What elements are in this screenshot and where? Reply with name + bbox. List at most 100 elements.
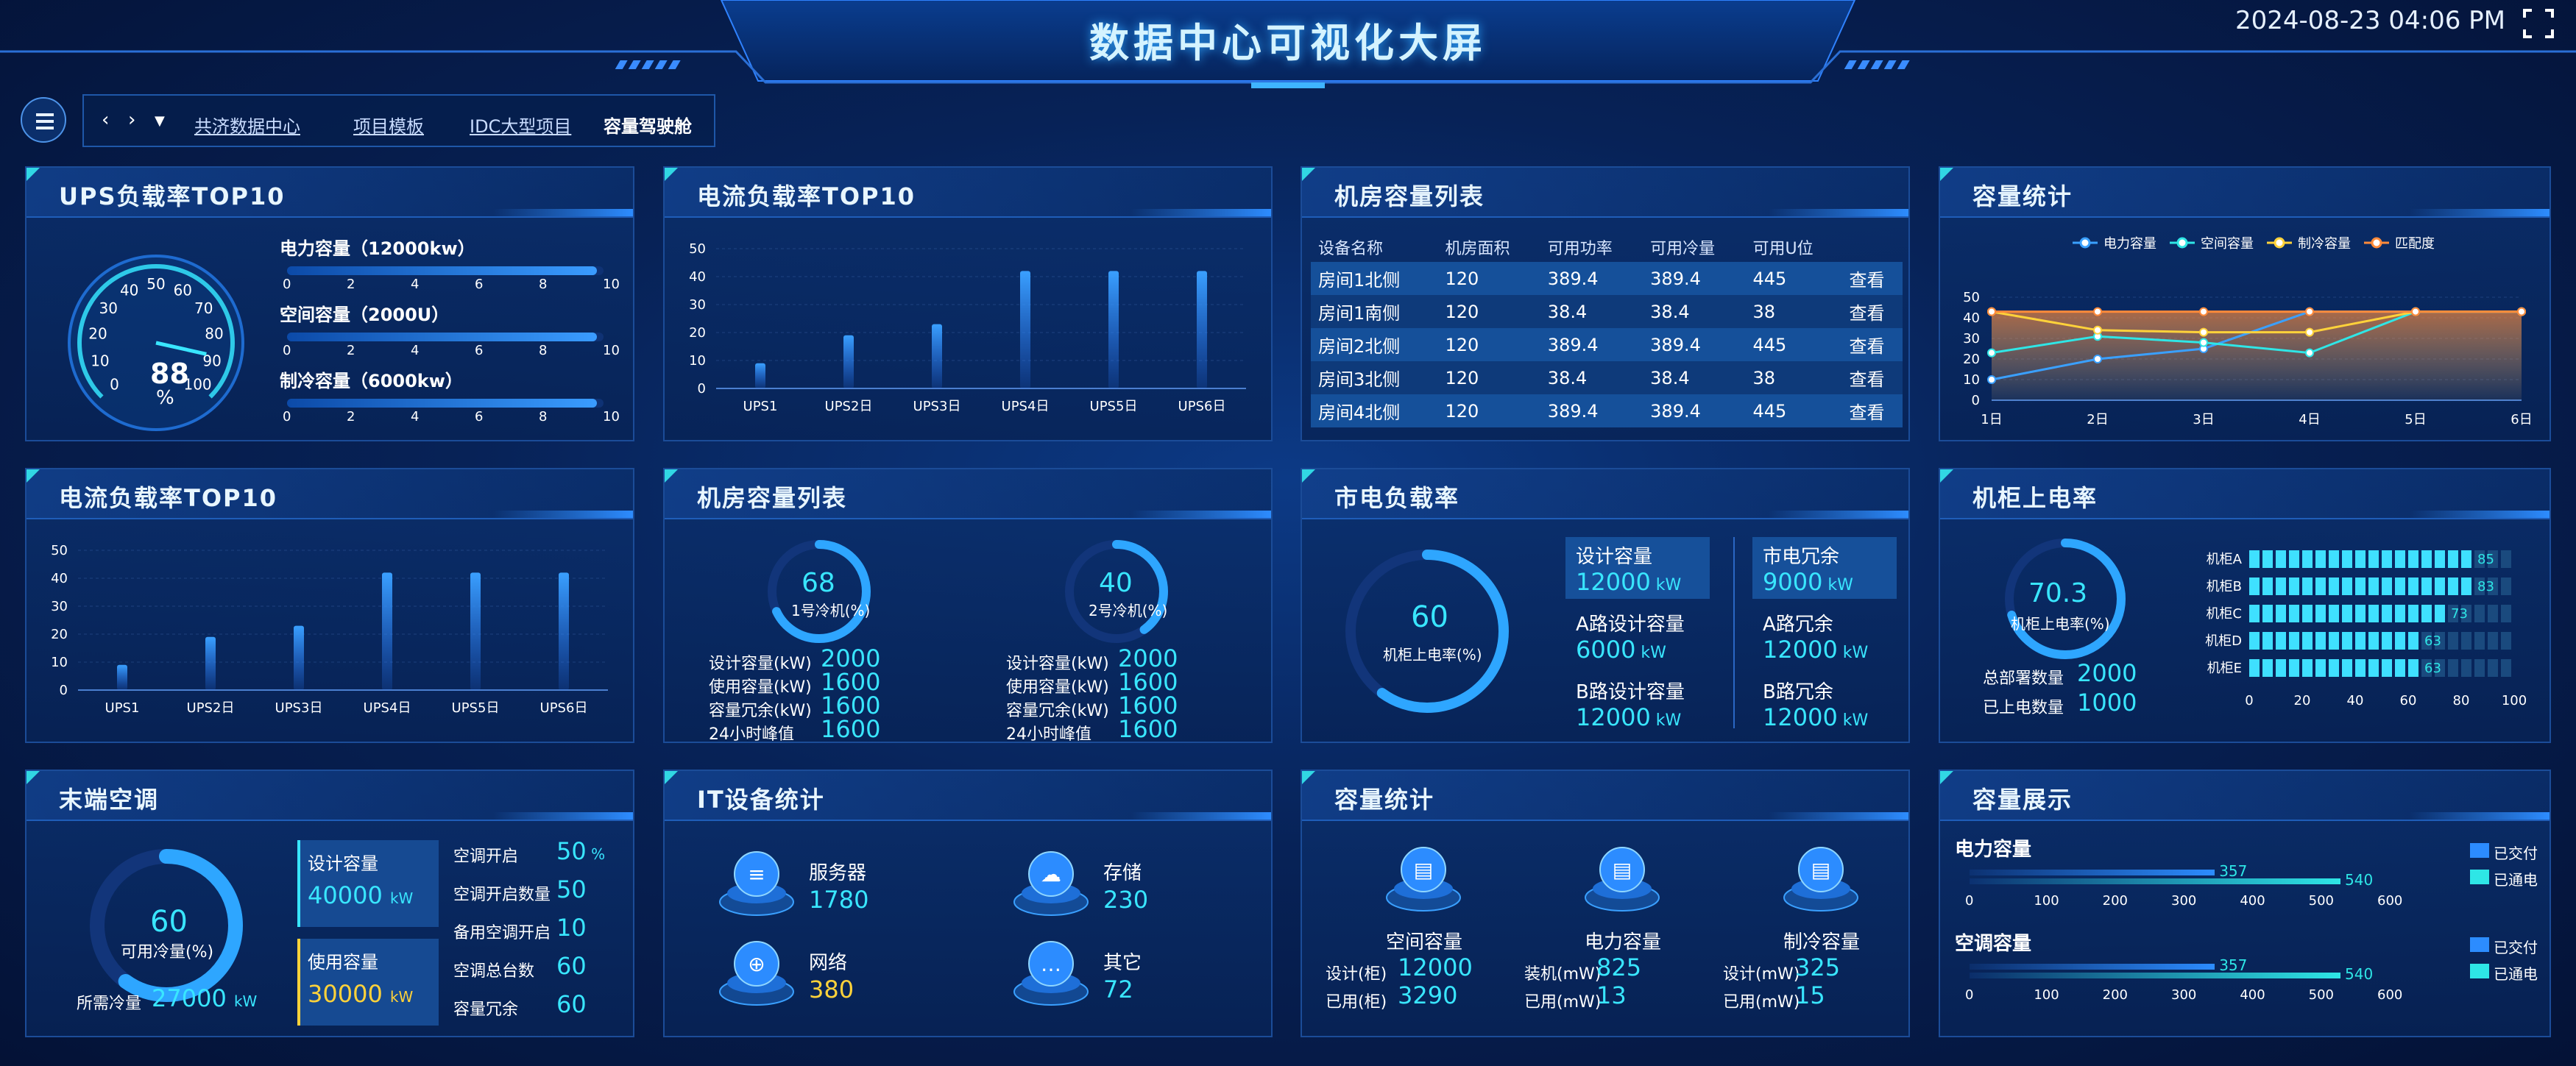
- column-header: 设备名称: [1318, 240, 1384, 258]
- cell: 120: [1445, 400, 1479, 422]
- bar-tick-label: 10: [603, 277, 620, 292]
- view-link[interactable]: 查看: [1841, 394, 1903, 427]
- capacity-display: 电力容量 357 540 0 100 200 300 400 500 600 已交付 已通电 空调容量 3…: [1940, 821, 2552, 1034]
- it-item-name: 服务器: [809, 862, 867, 884]
- bar-cell-on: [2382, 578, 2392, 595]
- ring-value: 68: [802, 568, 835, 598]
- ring-label: 机柜上电率(%): [2011, 615, 2110, 633]
- bar-tick-label: 0: [283, 277, 291, 292]
- x-tick-label: 2日: [2087, 412, 2108, 427]
- bar-tick-label: 10: [603, 409, 620, 424]
- bar-cell-on: [2302, 578, 2313, 595]
- data-label: 83: [2477, 579, 2494, 594]
- breadcrumb-item[interactable]: 共济数据中心: [194, 112, 300, 138]
- data-point: [2093, 325, 2102, 335]
- view-link[interactable]: 查看: [1841, 295, 1903, 328]
- view-link[interactable]: 查看: [1841, 262, 1903, 295]
- chiller-stat-label: 24小时峰值: [1006, 725, 1091, 744]
- it-item-name: 存储: [1103, 862, 1142, 884]
- ring-label: 机柜上电率(%): [1383, 646, 1482, 664]
- bar: [843, 335, 854, 388]
- legend-swatch: [2470, 964, 2489, 978]
- chevron-down-icon[interactable]: ▼: [155, 113, 165, 129]
- x-tick-label: UPS1: [105, 700, 140, 716]
- svg-text:≡: ≡: [748, 862, 765, 886]
- x-tick-label: 100: [2502, 693, 2527, 708]
- y-tick-label: 50: [1963, 290, 1980, 305]
- bar-cell-on: [2382, 632, 2392, 650]
- powered-bar: [1970, 973, 2340, 978]
- capacity-name: 空间容量: [1385, 931, 1462, 953]
- bar-cell-on: [2368, 578, 2379, 595]
- bar-cell-on: [2382, 550, 2392, 568]
- it-item-grid: ≡ 服务器 1780 ☁ 存储 230 ⊕ 网络 380 … 其它 72: [665, 821, 1274, 1034]
- view-link[interactable]: 查看: [1841, 361, 1903, 394]
- cooling-capacity-icon: ▤: [1783, 847, 1858, 912]
- datetime: 2024-08-23 04:06 PM: [2234, 6, 2505, 35]
- capacity-bar-fill: [287, 399, 598, 408]
- chiller-stat-value: 1600: [1118, 715, 1178, 743]
- svg-text:☁: ☁: [1041, 862, 1061, 886]
- back-icon[interactable]: ‹: [102, 109, 109, 131]
- chiller-stat-label: 设计容量(kW): [1006, 655, 1109, 673]
- ring-value: 40: [1099, 568, 1133, 598]
- gauge-tick-label: 0: [110, 376, 119, 394]
- data-label: 540: [2345, 965, 2374, 983]
- bar: [932, 324, 942, 388]
- bar-cell-on: [2395, 605, 2405, 622]
- capacity-bar-track: [287, 399, 604, 408]
- fullscreen-icon[interactable]: [2523, 9, 2554, 38]
- breadcrumb-item[interactable]: IDC大型项目: [470, 112, 571, 138]
- x-tick-label: UPS5日: [452, 700, 500, 716]
- chiller-stat-value: 1600: [821, 715, 881, 743]
- y-tick-label: 0: [1972, 393, 1980, 408]
- it-item-name: 网络: [809, 952, 848, 974]
- breadcrumb-item[interactable]: 项目模板: [353, 112, 424, 138]
- data-point: [2199, 307, 2208, 316]
- menu-button[interactable]: [21, 97, 66, 143]
- capacity-row-label: 设计(柜): [1326, 965, 1387, 984]
- ups-load-panel: UPS负载率TOP10 0 10 20 30 40 50 60 70 80 90 100 88 % …: [25, 166, 634, 441]
- bar-cell-on: [2302, 605, 2313, 622]
- legend-label: 制冷容量: [2298, 236, 2351, 252]
- bar-cell-on: [2289, 659, 2299, 677]
- x-tick-label: 0: [1965, 893, 1974, 909]
- x-tick-label: UPS1: [743, 399, 778, 414]
- panel-title: 市电负载率: [1334, 484, 1460, 512]
- capacity-bar-fill: [287, 333, 598, 341]
- stat-value: 12000 kW: [1763, 703, 1869, 731]
- capacity-display-panel: 容量展示 电力容量 357 540 0 100 200 300 400 500 600 已交付 已通电…: [1939, 770, 2551, 1037]
- y-tick-label: 50: [689, 241, 706, 257]
- svg-text:…: …: [1041, 952, 1061, 976]
- y-tick-label: 40: [689, 269, 706, 285]
- stat-value: 12000 kW: [1763, 636, 1869, 664]
- forward-icon[interactable]: ›: [128, 109, 135, 131]
- cell: 房间3北侧: [1318, 369, 1401, 390]
- y-tick-label: 0: [698, 381, 706, 397]
- ac-stat-value: 50: [556, 875, 587, 903]
- bar-cell-on: [2262, 578, 2273, 595]
- stat-label: B路冗余: [1763, 681, 1833, 703]
- x-tick-label: UPS3日: [913, 399, 961, 414]
- view-link[interactable]: 查看: [1841, 328, 1903, 361]
- capacity-row-label: 已用(mW): [1524, 993, 1602, 1012]
- stat-label: 市电冗余: [1763, 546, 1840, 568]
- bar-cell-on: [2276, 578, 2286, 595]
- bar-cell-on: [2408, 578, 2418, 595]
- capacity-row-value: 15: [1795, 981, 1825, 1009]
- panel-title: 电流负载率TOP10: [59, 484, 278, 512]
- cell: 389.4: [1650, 334, 1701, 355]
- bar-cell-on: [2276, 550, 2286, 568]
- cell: 房间4北侧: [1318, 402, 1401, 423]
- ac-stat-list: 空调开启 50 % 空调开启数量 50 备用空调开启 10 空调总台数 60 容量冗余 60: [453, 837, 630, 1036]
- legend-label: 已通电: [2494, 871, 2538, 889]
- bar-cell-on: [2289, 632, 2299, 650]
- cell: 120: [1445, 334, 1479, 355]
- legend-label: 空间容量: [2201, 236, 2254, 252]
- bar-tick-label: 2: [347, 409, 355, 424]
- ring-label: 2号冷机(%): [1089, 602, 1168, 619]
- need-label: 所需冷量: [77, 995, 142, 1013]
- capacity-stats-panel: 容量统计 电力容量 空间容量 制冷容量 匹配度 0 10 20 30 40 50 1日 2日 3日 4日 5…: [1939, 166, 2551, 441]
- bar-cell-on: [2315, 659, 2326, 677]
- capacity-bar-track: [287, 333, 604, 341]
